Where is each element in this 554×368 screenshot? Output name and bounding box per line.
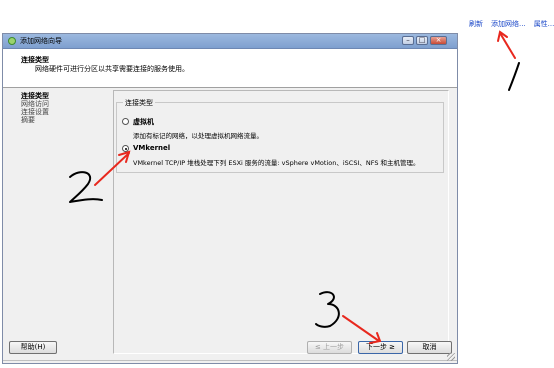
vmkernel-option-desc: VMkernel TCP/IP 堆栈处理下列 ESXi 服务的流量: vSphe…: [133, 159, 420, 167]
page-description: 网络硬件可进行分区以共享需要连接的服务使用。: [35, 65, 189, 73]
refresh-link[interactable]: 刷新: [469, 19, 483, 29]
vmkernel-option-title: VMkernel: [133, 144, 171, 152]
next-button[interactable]: 下一步 ≥: [358, 341, 403, 354]
wizard-header: 连接类型 网络硬件可进行分区以共享需要连接的服务使用。: [3, 49, 457, 88]
add-network-link[interactable]: 添加网络...: [491, 19, 526, 29]
step-network-access[interactable]: 网络访问: [21, 100, 49, 108]
vm-radio[interactable]: [122, 118, 129, 125]
wizard-steps-nav: 连接类型 网络访问 连接设置 摘要: [21, 92, 49, 124]
back-button[interactable]: ≤ 上一步: [307, 341, 352, 354]
step-summary[interactable]: 摘要: [21, 116, 49, 124]
arrow-1: [499, 32, 516, 59]
handwritten-1: [508, 62, 520, 91]
step-connection-type[interactable]: 连接类型: [21, 92, 49, 100]
help-button[interactable]: 帮助(H): [9, 341, 57, 354]
group-label: 连接类型: [123, 98, 155, 108]
window-title: 添加网络向导: [20, 37, 62, 45]
add-network-wizard-window: 添加网络向导 – □ × 连接类型 网络硬件可进行分区以共享需要连接的服务使用。…: [2, 33, 458, 364]
resize-grip[interactable]: [447, 353, 455, 361]
arrow-1-head: [497, 30, 508, 42]
minimize-button[interactable]: –: [402, 36, 414, 45]
vm-option-desc: 添加有标记的网络，以处理虚拟机网络流量。: [133, 132, 263, 140]
footer-divider: [3, 360, 457, 361]
close-button[interactable]: ×: [430, 36, 447, 45]
vmkernel-radio[interactable]: [122, 145, 129, 152]
connection-type-group: 连接类型 虚拟机 添加有标记的网络，以处理虚拟机网络流量。 VMkernel V…: [116, 98, 444, 173]
vm-option-title: 虚拟机: [133, 118, 154, 126]
step-connection-settings[interactable]: 连接设置: [21, 108, 49, 116]
title-bar[interactable]: 添加网络向导 – □ ×: [3, 34, 457, 49]
wizard-app-icon: [8, 37, 16, 45]
top-links: 刷新 添加网络... 属性...: [469, 19, 554, 29]
maximize-button[interactable]: □: [416, 36, 428, 45]
properties-link[interactable]: 属性...: [534, 19, 554, 29]
cancel-button[interactable]: 取消: [407, 341, 452, 354]
